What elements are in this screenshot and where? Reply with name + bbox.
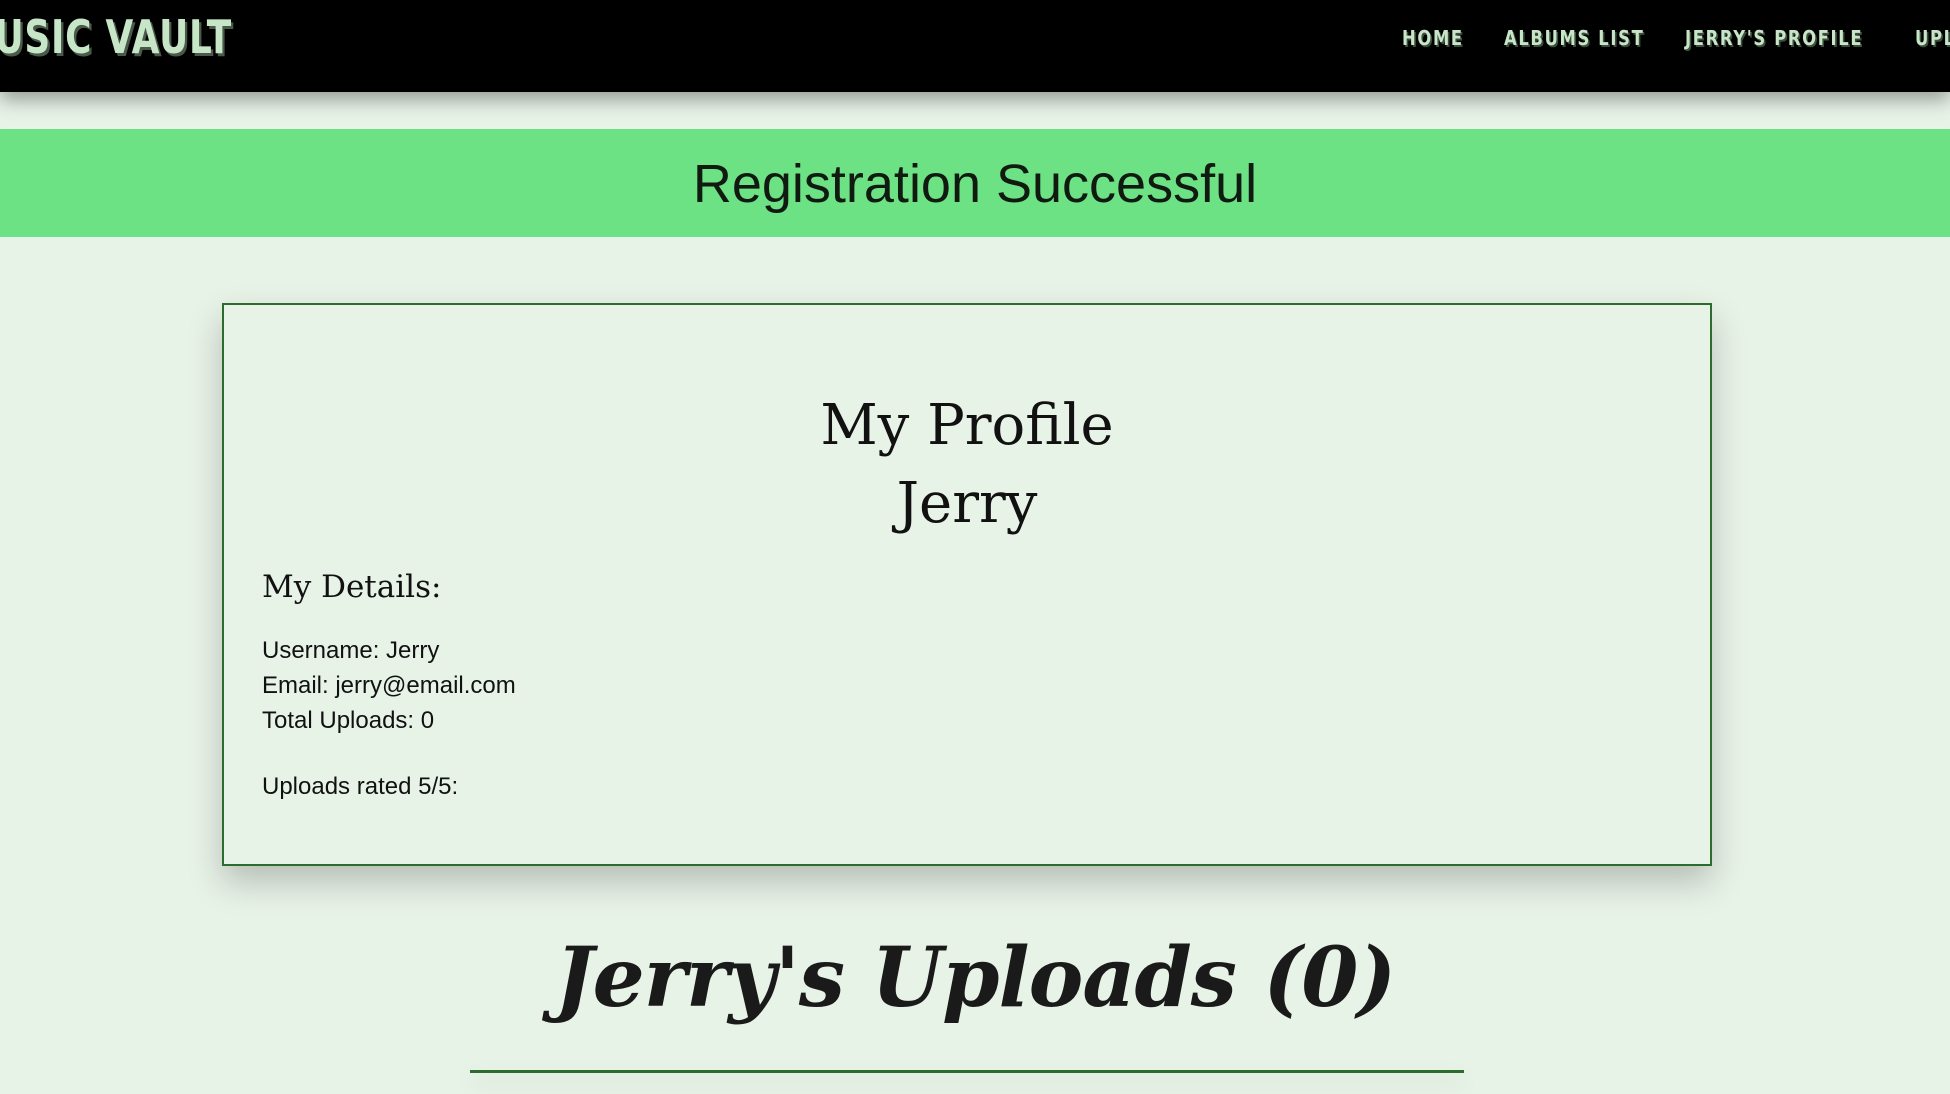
uploads-heading: Jerry's Uploads (0) [554, 930, 1396, 1026]
rated-uploads-label: Uploads rated 5/5: [262, 773, 459, 800]
success-message: Registration Successful [692, 154, 1258, 214]
username-detail: Username: Jerry [262, 637, 440, 664]
nav-link-home[interactable]: HOME [1402, 26, 1462, 50]
total-uploads-detail: Total Uploads: 0 [262, 707, 435, 734]
profile-name: Jerry [896, 471, 1038, 536]
success-banner: Registration Successful [0, 129, 1950, 237]
uploads-divider [470, 1070, 1464, 1073]
nav-link-upload[interactable]: UPLOAD [1915, 26, 1950, 50]
profile-title: My Profile [820, 393, 1114, 458]
details-list: Username: Jerry Email: jerry@email.com T… [262, 633, 516, 738]
profile-card: My Profile Jerry My Details: Username: J… [222, 303, 1712, 866]
nav-link-profile[interactable]: JERRY'S PROFILE [1685, 26, 1862, 50]
email-detail: Email: jerry@email.com [262, 672, 516, 699]
nav-menu: HOME ALBUMS LIST JERRY'S PROFILE UPLOAD [1402, 26, 1950, 50]
site-logo[interactable]: MUSIC VAULT [0, 10, 232, 64]
top-navbar: MUSIC VAULT HOME ALBUMS LIST JERRY'S PRO… [0, 0, 1950, 92]
profile-title-block: My Profile Jerry [224, 387, 1710, 543]
nav-link-albums-list[interactable]: ALBUMS LIST [1504, 26, 1643, 50]
details-heading: My Details: [262, 569, 442, 605]
